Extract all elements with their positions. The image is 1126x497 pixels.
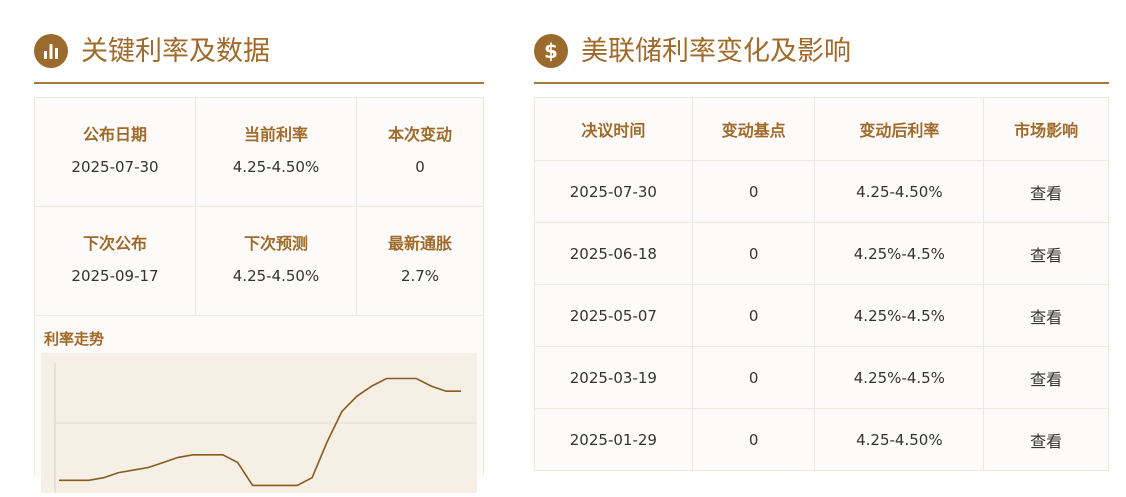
view-impact-link[interactable]: 查看	[1030, 184, 1062, 203]
table-row: 2025-07-30 0 4.25-4.50% 查看	[534, 160, 1109, 223]
cell-bp: 0	[691, 408, 816, 471]
col-header: 变动基点	[691, 97, 816, 161]
cell-date: 2025-03-19	[534, 346, 693, 409]
stat-current-rate: 当前利率 4.25-4.50%	[196, 98, 357, 207]
table-row: 2025-03-19 0 4.25%-4.5% 查看	[534, 346, 1109, 409]
rate-trend-title: 利率走势	[44, 330, 105, 348]
cell-bp: 0	[691, 222, 816, 285]
cell-impact: 查看	[983, 346, 1109, 409]
col-header: 市场影响	[983, 97, 1109, 161]
stat-latest-inflation: 最新通胀 2.7%	[357, 207, 484, 316]
stat-value: 0	[415, 158, 425, 176]
fed-rate-title: 美联储利率变化及影响	[581, 36, 851, 67]
fed-rate-header: $ 美联储利率变化及影响	[534, 0, 1109, 84]
cell-rate: 4.25%-4.5%	[814, 284, 985, 347]
cell-bp: 0	[691, 346, 816, 409]
key-rates-panel: 关键利率及数据 公布日期 2025-07-30 当前利率 4.25-4.50% …	[34, 0, 484, 493]
stat-label: 本次变动	[387, 125, 452, 144]
stat-value: 2.7%	[400, 267, 440, 285]
cell-rate: 4.25%-4.5%	[814, 222, 985, 285]
key-rates-header: 关键利率及数据	[34, 0, 484, 84]
table-row: 2025-05-07 0 4.25%-4.5% 查看	[534, 284, 1109, 347]
cell-date: 2025-05-07	[534, 284, 693, 347]
key-rates-title: 关键利率及数据	[81, 36, 270, 67]
rate-trend-svg	[54, 363, 477, 493]
svg-text:$: $	[544, 39, 558, 63]
stat-label: 当前利率	[243, 125, 308, 144]
view-impact-link[interactable]: 查看	[1030, 308, 1062, 327]
stat-value: 2025-09-17	[71, 267, 159, 285]
col-header: 决议时间	[534, 97, 693, 161]
stats-row: 下次公布 2025-09-17 下次预测 4.25-4.50% 最新通胀 2.7…	[35, 207, 484, 316]
cell-date: 2025-07-30	[534, 160, 693, 223]
cell-impact: 查看	[983, 222, 1109, 285]
dollar-icon: $	[534, 34, 568, 68]
cell-impact: 查看	[983, 408, 1109, 471]
cell-impact: 查看	[983, 160, 1109, 223]
stat-label: 下次公布	[82, 234, 147, 253]
cell-date: 2025-06-18	[534, 222, 693, 285]
cell-rate: 4.25%-4.5%	[814, 346, 985, 409]
stat-publish-date: 公布日期 2025-07-30	[35, 98, 196, 207]
cell-rate: 4.25-4.50%	[814, 408, 985, 471]
rate-trend-chart	[41, 353, 477, 493]
fed-rate-panel: $ 美联储利率变化及影响 决议时间 变动基点 变动后利率 市场影响 2025-0…	[534, 0, 1109, 471]
table-header-row: 决议时间 变动基点 变动后利率 市场影响	[534, 97, 1109, 161]
bar-chart-icon	[34, 34, 68, 68]
stat-value: 2025-07-30	[71, 158, 159, 176]
stat-next-publish: 下次公布 2025-09-17	[35, 207, 196, 316]
stats-row: 公布日期 2025-07-30 当前利率 4.25-4.50% 本次变动 0	[35, 98, 484, 207]
stat-value: 4.25-4.50%	[232, 267, 320, 285]
cell-impact: 查看	[983, 284, 1109, 347]
table-row: 2025-01-29 0 4.25-4.50% 查看	[534, 408, 1109, 471]
cell-rate: 4.25-4.50%	[814, 160, 985, 223]
table-row: 2025-06-18 0 4.25%-4.5% 查看	[534, 222, 1109, 285]
trend-line-series	[59, 377, 461, 487]
cell-date: 2025-01-29	[534, 408, 693, 471]
stats-grid: 公布日期 2025-07-30 当前利率 4.25-4.50% 本次变动 0 下…	[34, 97, 484, 316]
stat-next-forecast: 下次预测 4.25-4.50%	[196, 207, 357, 316]
stat-label: 公布日期	[82, 125, 147, 144]
stat-label: 下次预测	[243, 234, 308, 253]
stat-value: 4.25-4.50%	[232, 158, 320, 176]
rate-change-table: 决议时间 变动基点 变动后利率 市场影响 2025-07-30 0 4.25-4…	[534, 97, 1109, 471]
cell-bp: 0	[691, 160, 816, 223]
view-impact-link[interactable]: 查看	[1030, 370, 1062, 389]
view-impact-link[interactable]: 查看	[1030, 246, 1062, 265]
stat-label: 最新通胀	[387, 234, 452, 253]
rate-trend-section: 利率走势	[34, 316, 484, 493]
stat-change: 本次变动 0	[357, 98, 484, 207]
cell-bp: 0	[691, 284, 816, 347]
view-impact-link[interactable]: 查看	[1030, 432, 1062, 451]
col-header: 变动后利率	[814, 97, 985, 161]
